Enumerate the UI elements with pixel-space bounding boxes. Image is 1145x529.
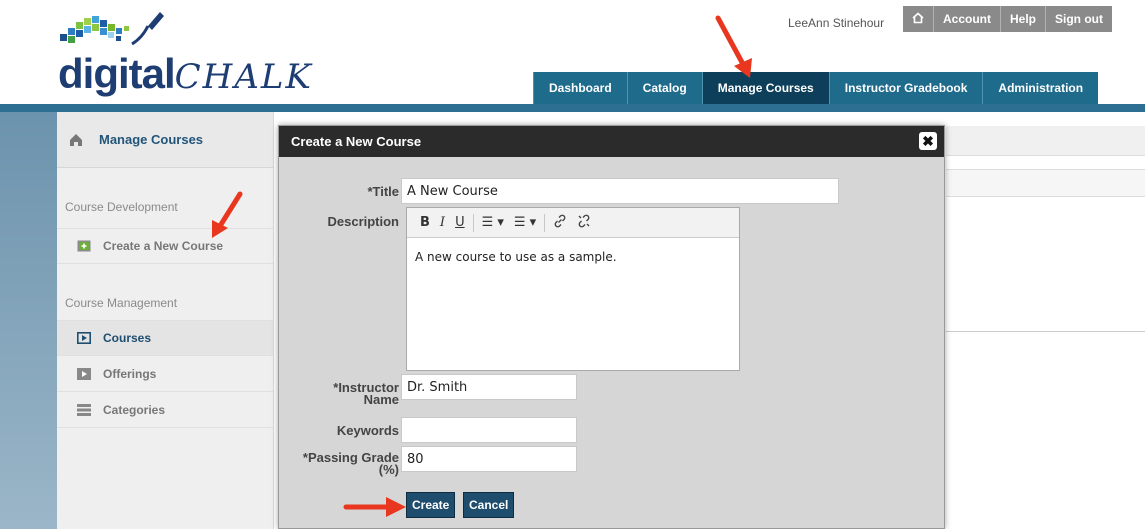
play-box-icon — [77, 332, 91, 344]
passing-grade-field[interactable] — [401, 446, 577, 472]
passing-grade-label: *Passing Grade (%) — [302, 450, 399, 477]
link-button[interactable] — [548, 214, 572, 232]
main-nav: Dashboard Catalog Manage Courses Instruc… — [533, 72, 1099, 104]
italic-button[interactable]: I — [435, 215, 450, 230]
title-field[interactable] — [401, 178, 839, 204]
tab-dashboard[interactable]: Dashboard — [533, 72, 627, 104]
logo-wordmark: digitalCHALK — [58, 50, 313, 98]
description-editor[interactable]: B I U ☰ ▾ ☰ ▾ A new course to use as a s… — [406, 207, 740, 371]
toolbar-separator — [472, 213, 474, 232]
tab-instructor-gradebook[interactable]: Instructor Gradebook — [828, 72, 983, 104]
bullet-list-button[interactable]: ☰ ▾ — [477, 215, 509, 230]
home-icon — [912, 12, 924, 24]
sidebar-item-courses[interactable]: Courses — [57, 320, 273, 356]
sidebar-item-label: Create a New Course — [103, 239, 224, 253]
description-text[interactable]: A new course to use as a sample. — [407, 238, 739, 276]
underline-button[interactable]: U — [450, 215, 470, 230]
content-row — [946, 169, 1145, 197]
close-icon[interactable]: ✖ — [919, 132, 937, 150]
link-icon — [554, 214, 566, 227]
title-label: *Title — [367, 184, 399, 199]
sidebar-title: Manage Courses — [99, 132, 204, 147]
logo-text-chalk: CHALK — [174, 57, 313, 97]
editor-toolbar: B I U ☰ ▾ ☰ ▾ — [407, 208, 739, 238]
unlink-icon — [578, 214, 590, 227]
home-icon — [70, 133, 82, 146]
home-button[interactable] — [903, 6, 933, 32]
add-course-icon — [77, 240, 91, 252]
tab-catalog[interactable]: Catalog — [626, 72, 702, 104]
account-link[interactable]: Account — [933, 6, 1000, 32]
annotation-arrow-icon — [212, 191, 243, 238]
content-header-bar — [946, 126, 1145, 156]
keywords-label: Keywords — [336, 423, 399, 438]
stack-icon — [77, 403, 91, 416]
content-divider — [946, 331, 1145, 332]
sidebar-item-label: Categories — [103, 402, 166, 417]
header: digitalCHALK LeeAnn Stinehour Account He… — [0, 0, 1145, 104]
user-name: LeeAnn Stinehour — [788, 16, 885, 30]
instructor-name-field[interactable] — [401, 374, 577, 400]
play-icon — [77, 367, 91, 380]
sidebar-item-categories[interactable]: Categories — [57, 392, 273, 428]
create-button[interactable]: Create — [406, 492, 456, 518]
bold-button[interactable]: B — [415, 215, 435, 230]
help-link[interactable]: Help — [1000, 6, 1045, 32]
annotation-arrow-icon — [343, 497, 406, 517]
numbered-list-button[interactable]: ☰ ▾ — [509, 215, 541, 230]
top-utility-bar: Account Help Sign out — [903, 6, 1113, 32]
unlink-button[interactable] — [572, 214, 596, 232]
sidebar-item-label: Courses — [103, 331, 152, 345]
tab-administration[interactable]: Administration — [982, 72, 1099, 104]
description-label: Description — [327, 214, 399, 229]
left-gutter — [0, 112, 57, 529]
annotation-arrow-icon — [715, 15, 752, 78]
keywords-field[interactable] — [401, 417, 577, 443]
create-course-dialog: Create a New Course ✖ *Title Description… — [278, 125, 945, 529]
sidebar-header[interactable]: Manage Courses — [57, 112, 273, 168]
sidebar-item-label: Offerings — [103, 366, 157, 381]
logo-text-digital: digital — [58, 50, 176, 97]
header-band — [0, 104, 1145, 112]
cancel-button[interactable]: Cancel — [463, 492, 515, 518]
section-course-management: Course Management — [65, 296, 178, 310]
dialog-title: Create a New Course — [291, 134, 422, 149]
toolbar-separator — [544, 213, 546, 232]
dialog-title-bar: Create a New Course ✖ — [279, 126, 944, 157]
instructor-name-label: *Instructor Name — [333, 380, 399, 407]
sidebar-item-offerings[interactable]: Offerings — [57, 356, 273, 392]
sidebar: Manage Courses Course Development Create… — [57, 112, 274, 529]
sign-out-link[interactable]: Sign out — [1045, 6, 1112, 32]
